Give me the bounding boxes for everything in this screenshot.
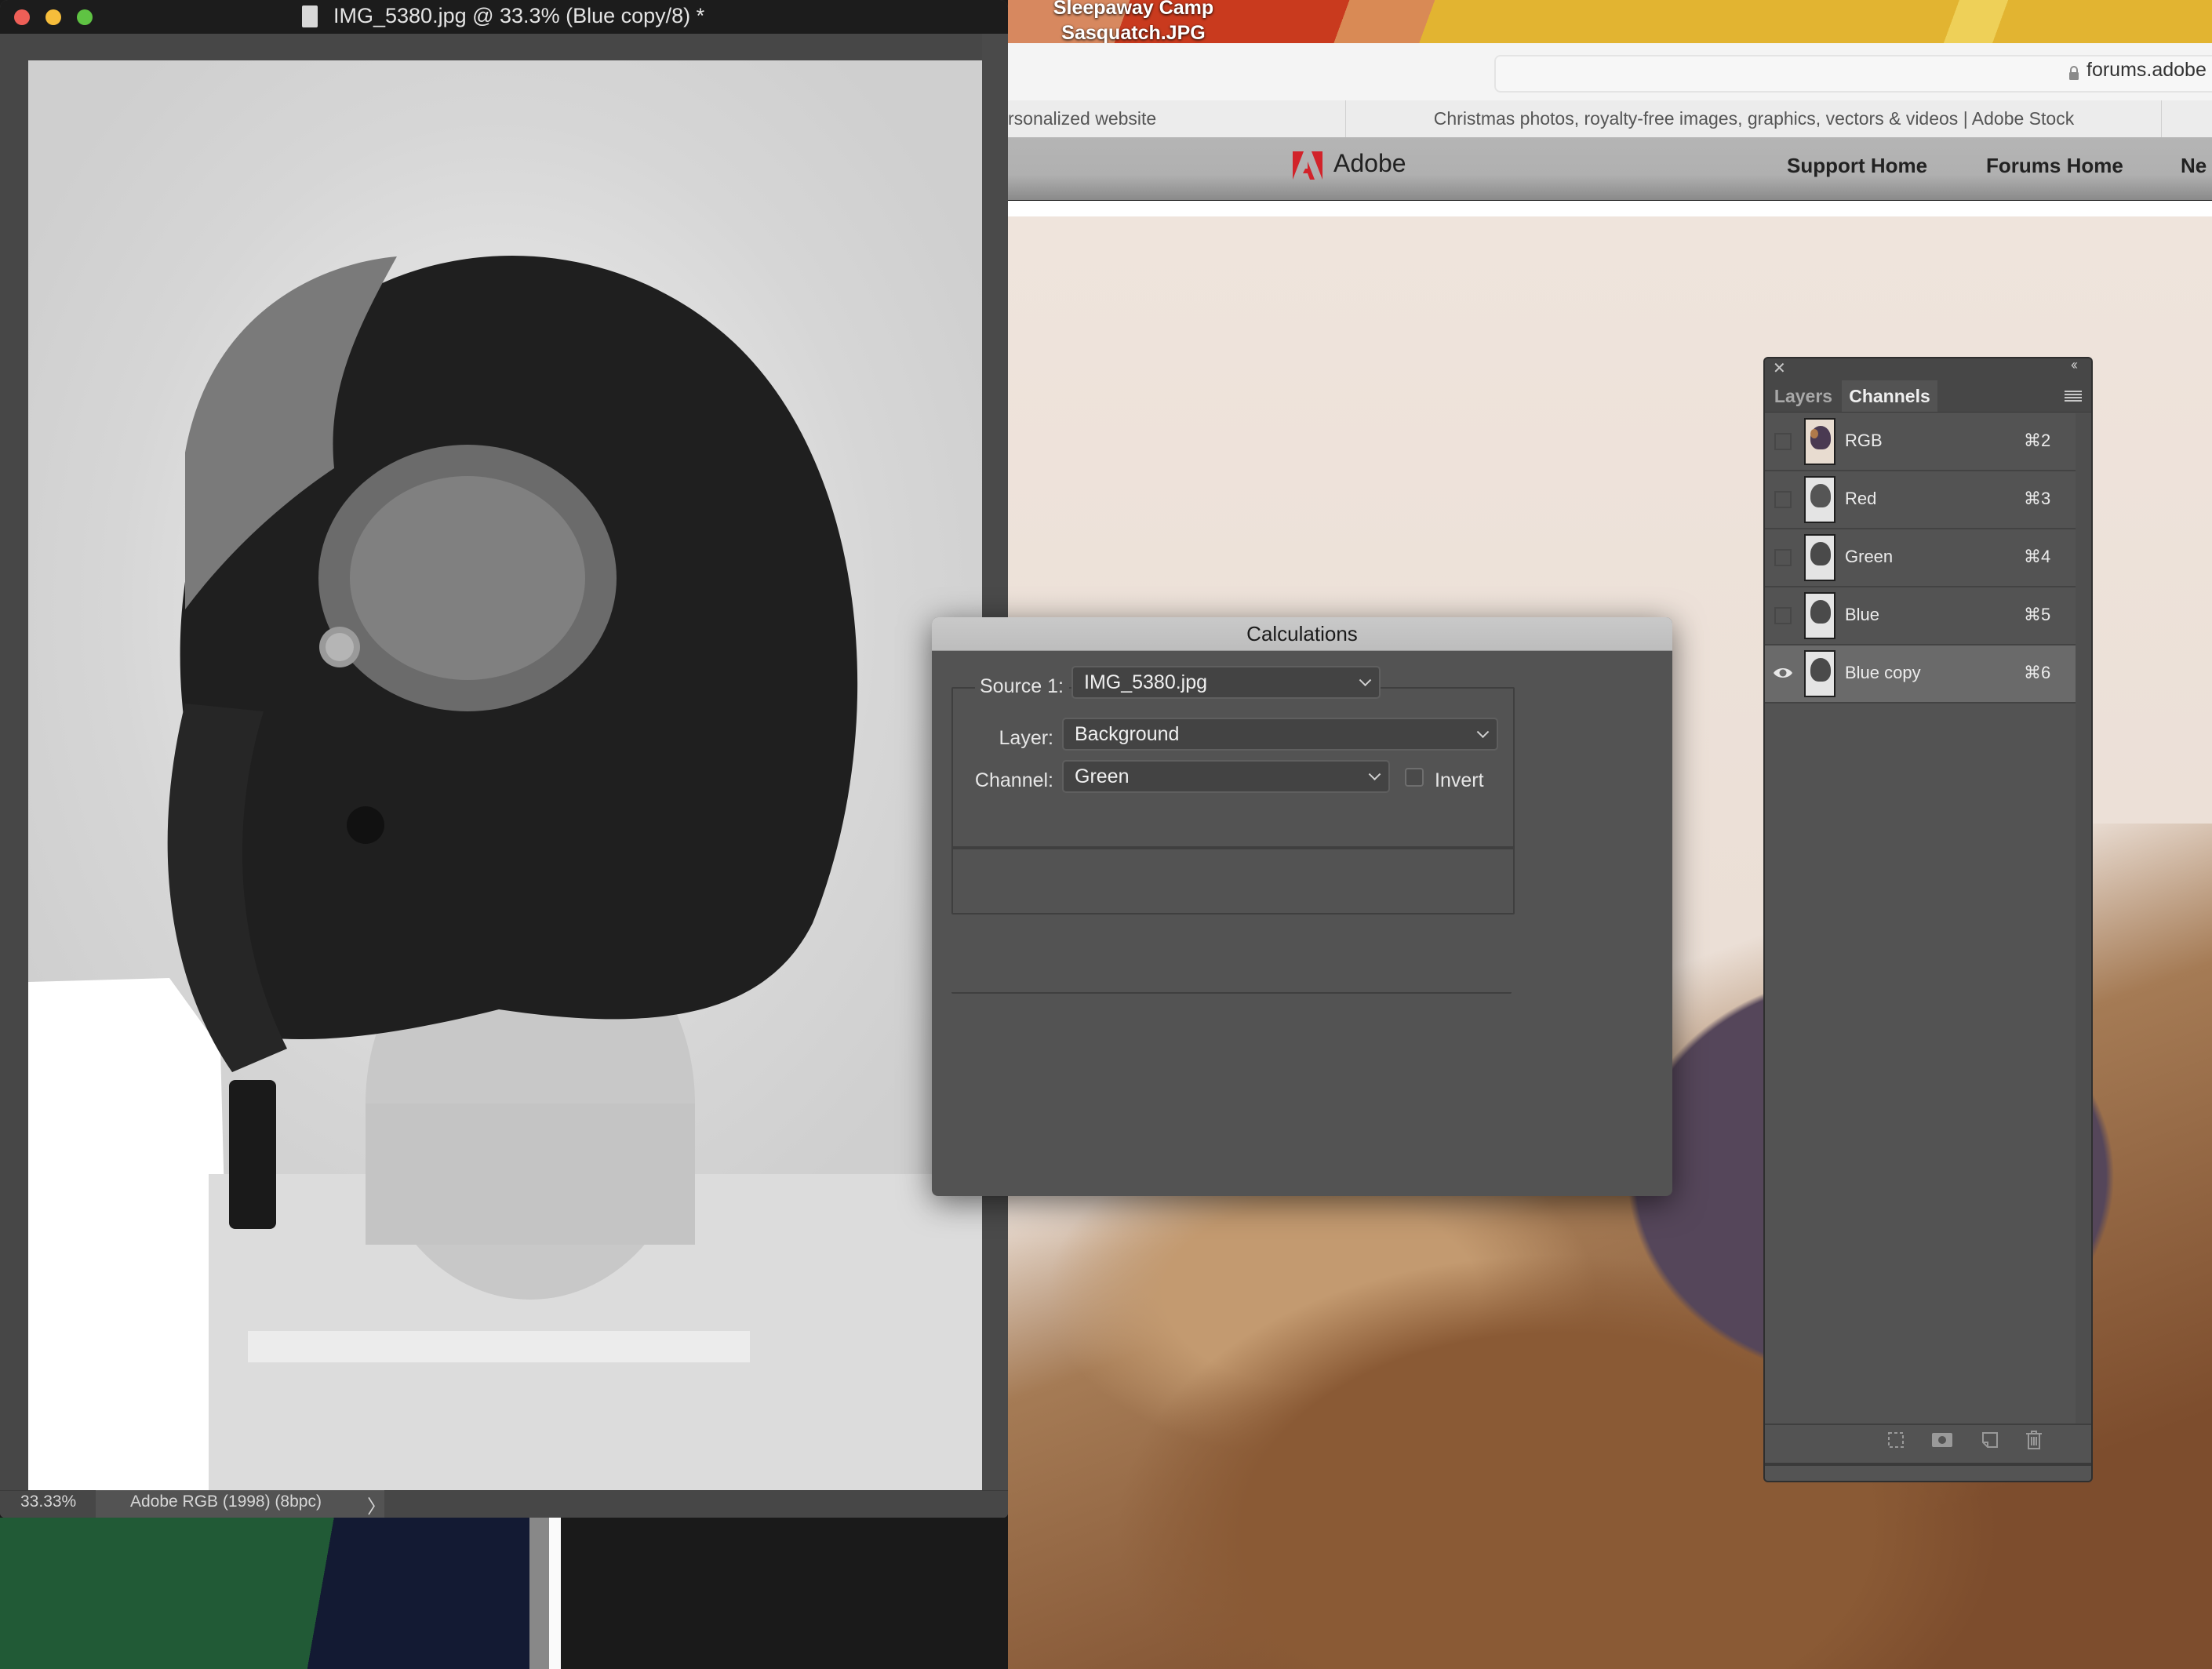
new-channel-icon[interactable] (1981, 1431, 1999, 1449)
photoshop-document-window: IMG_5380.jpg @ 33.3% (Blue copy/8) * 33.… (0, 0, 1008, 1518)
panel-resize-handle[interactable] (1765, 1463, 2091, 1481)
channel-shortcut: ⌘4 (2024, 547, 2051, 566)
site-brand[interactable]: Adobe (1333, 149, 1406, 178)
channel-thumbnail-red (1804, 476, 1835, 523)
source1-channel-label: Channel: (974, 769, 1053, 791)
channel-name: Blue (1845, 605, 1880, 624)
save-selection-icon[interactable] (1931, 1431, 1953, 1449)
nav-link-new[interactable]: Ne (2181, 154, 2207, 178)
window-edge (549, 1518, 561, 1669)
ruler-ticks (0, 34, 982, 60)
channel-thumbnail-blue (1804, 592, 1835, 639)
source1-layer-label: Layer: (999, 727, 1053, 749)
zoom-window-button[interactable] (77, 9, 93, 25)
channel-row-blue-copy[interactable]: Blue copy ⌘6 (1765, 645, 2076, 704)
calculations-dialog: Calculations Source 1: IMG_5380.jpg Laye… (932, 617, 1672, 1196)
source1-label: Source 1: (979, 675, 1064, 697)
channel-name: Red (1845, 489, 1877, 508)
channel-name: Blue copy (1845, 663, 1921, 682)
grayscale-hat-image (28, 256, 982, 1490)
adobe-logo-icon[interactable] (1293, 151, 1322, 180)
ruler-ticks (0, 60, 28, 1490)
visibility-toggle[interactable] (1774, 607, 1792, 624)
channel-name: Green (1845, 547, 1894, 566)
chevron-right-icon[interactable]: 〉 (367, 1491, 386, 1518)
panel-scrollbar[interactable] (2076, 413, 2091, 1424)
load-selection-icon[interactable] (1887, 1431, 1905, 1449)
panel-header[interactable] (1765, 358, 2091, 380)
dialog-title: Calculations (1246, 622, 1358, 645)
channel-row-rgb[interactable]: RGB ⌘2 (1765, 413, 2076, 471)
visibility-toggle[interactable] (1774, 549, 1792, 566)
source1-invert-checkbox[interactable] (1405, 768, 1424, 787)
channel-shortcut: ⌘5 (2024, 605, 2051, 624)
channel-thumbnail-green (1804, 534, 1835, 581)
document-title: IMG_5380.jpg @ 33.3% (Blue copy/8) * (333, 4, 705, 27)
desktop-icon-label[interactable]: Sleepaway Camp (1039, 0, 1228, 20)
source1-channel-value: Green (1075, 765, 1130, 787)
channel-row-green[interactable]: Green ⌘4 (1765, 529, 2076, 587)
document-color-profile: Adobe RGB (1998) (8bpc) (130, 1493, 322, 1511)
tab-layers[interactable]: Layers (1765, 380, 1843, 412)
channel-name: RGB (1845, 431, 1883, 450)
visibility-toggle[interactable] (1774, 433, 1792, 450)
chevron-down-icon (1359, 674, 1372, 687)
browser-tab[interactable]: Christmas photos, royalty-free images, g… (1346, 100, 2162, 137)
close-window-button[interactable] (14, 9, 30, 25)
channels-panel: ✕ ‹‹ Layers Channels RGB ⌘2 Red ⌘3 Green… (1763, 357, 2093, 1482)
image-canvas[interactable] (28, 60, 982, 1490)
desktop-wallpaper-bottom (0, 1518, 549, 1669)
channel-shortcut: ⌘2 (2024, 431, 2051, 450)
source1-file-select[interactable]: IMG_5380.jpg (1071, 666, 1381, 699)
source1-file-value: IMG_5380.jpg (1084, 671, 1208, 693)
panel-menu-icon[interactable] (2065, 390, 2082, 402)
source1-layer-select[interactable]: Background (1062, 718, 1498, 751)
channel-row-blue[interactable]: Blue ⌘5 (1765, 587, 2076, 645)
eye-icon[interactable] (1773, 666, 1793, 680)
delete-channel-icon[interactable] (2025, 1430, 2043, 1450)
url-text: forums.adobe (2086, 59, 2207, 81)
minimize-window-button[interactable] (45, 9, 61, 25)
chevron-down-icon (1476, 725, 1490, 739)
channel-thumbnail-blue-copy (1804, 650, 1835, 697)
visibility-toggle[interactable] (1774, 491, 1792, 508)
zoom-level-field[interactable]: 33.33% (20, 1493, 76, 1511)
jpeg-file-icon (302, 5, 318, 27)
collapse-panel-icon[interactable]: ‹‹ (2071, 358, 2078, 373)
channel-thumbnail-rgb (1804, 418, 1835, 465)
tab-channels[interactable]: Channels (1842, 380, 1937, 412)
browser-tab[interactable]: rsonalized website (1008, 100, 1345, 137)
nav-forums-home[interactable]: Forums Home (1986, 154, 2123, 178)
nav-support-home[interactable]: Support Home (1787, 154, 1927, 178)
source1-invert-label: Invert (1435, 769, 1484, 791)
channel-shortcut: ⌘3 (2024, 489, 2051, 508)
desktop-icon-label[interactable]: Sasquatch.JPG (1039, 22, 1228, 45)
tab-divider (2161, 100, 2162, 137)
channel-row-red[interactable]: Red ⌘3 (1765, 471, 2076, 529)
horizontal-ruler[interactable] (0, 34, 982, 61)
vertical-ruler[interactable] (0, 60, 29, 1490)
chevron-down-icon (1368, 768, 1381, 781)
source1-channel-select[interactable]: Green (1062, 760, 1390, 793)
channel-shortcut: ⌘6 (2024, 663, 2051, 682)
close-panel-icon[interactable]: ✕ (1773, 358, 1786, 378)
source1-layer-value: Background (1075, 723, 1180, 745)
